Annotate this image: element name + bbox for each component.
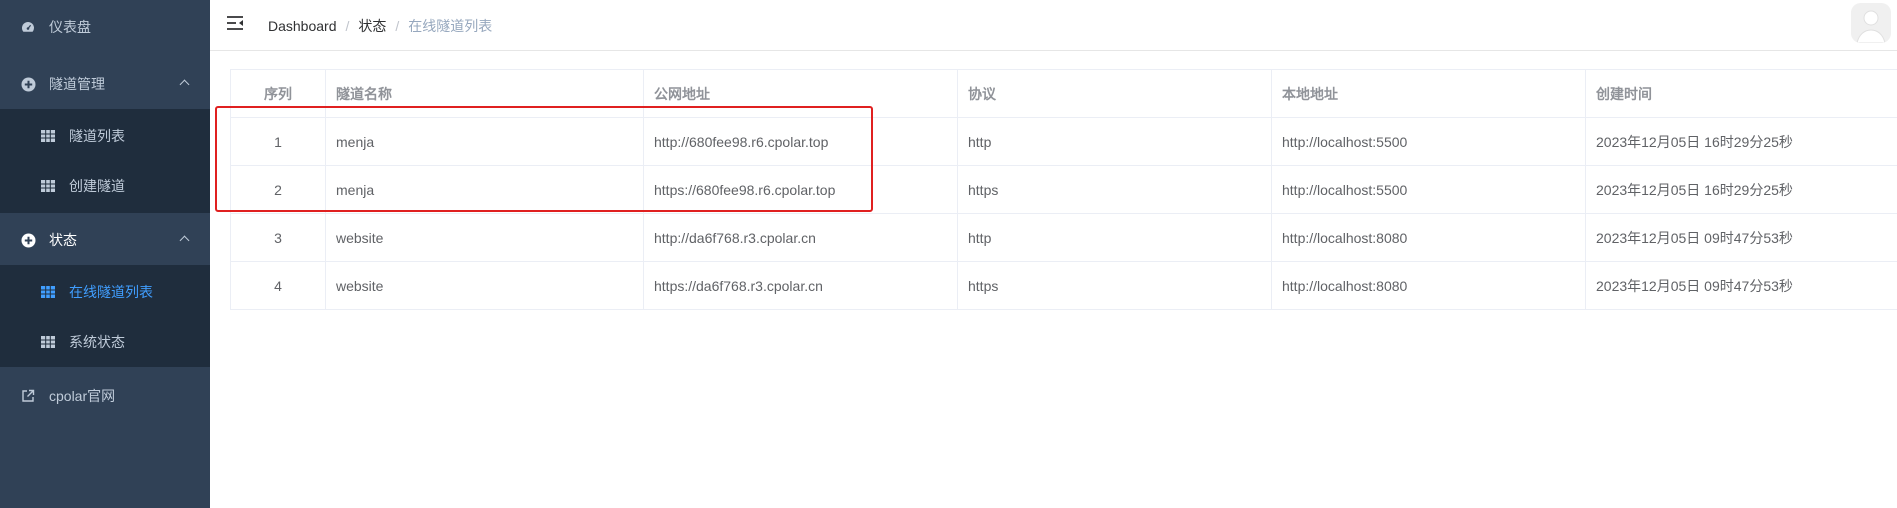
table-row: 1 menja http://680fee98.r6.cpolar.top ht… <box>230 117 1897 166</box>
breadcrumb-dashboard[interactable]: Dashboard <box>268 18 337 34</box>
cell-protocol: https <box>957 261 1272 310</box>
breadcrumb-status[interactable]: 状态 <box>358 18 386 34</box>
column-header-public-url: 公网地址 <box>643 69 958 118</box>
menu-label-status: 状态 <box>49 232 77 248</box>
chevron-up-icon <box>179 79 190 90</box>
submenu-item-tunnel-list[interactable]: 隧道列表 <box>0 111 210 161</box>
column-header-local-address: 本地地址 <box>1271 69 1586 118</box>
submenu-label-system-status: 系统状态 <box>69 334 125 350</box>
dashboard-icon <box>20 19 36 35</box>
menu-item-cpolar-website[interactable]: cpolar官网 <box>0 371 210 421</box>
menu-label-tunnel-management: 隧道管理 <box>49 76 105 92</box>
cell-index: 4 <box>230 261 326 310</box>
cell-created-time: 2023年12月05日 16时29分25秒 <box>1585 117 1897 166</box>
tunnel-table-container: 序列 隧道名称 公网地址 协议 本地地址 创建时间 1 menja http:/… <box>230 69 1897 310</box>
column-header-created-time: 创建时间 <box>1585 69 1897 118</box>
cell-local-address: http://localhost:5500 <box>1271 165 1586 214</box>
cell-created-time: 2023年12月05日 09时47分53秒 <box>1585 261 1897 310</box>
cell-index: 2 <box>230 165 326 214</box>
submenu-label-create-tunnel: 创建隧道 <box>69 178 125 194</box>
cell-protocol: http <box>957 117 1272 166</box>
cell-protocol: http <box>957 213 1272 262</box>
table-row: 2 menja https://680fee98.r6.cpolar.top h… <box>230 165 1897 214</box>
grid-icon <box>40 128 56 144</box>
breadcrumb: Dashboard / 状态 / 在线隧道列表 <box>268 16 492 36</box>
table-header-row: 序列 隧道名称 公网地址 协议 本地地址 创建时间 <box>230 69 1897 118</box>
cell-index: 1 <box>230 117 326 166</box>
menu-label-cpolar-website: cpolar官网 <box>49 388 116 404</box>
navbar: Dashboard / 状态 / 在线隧道列表 <box>210 0 1897 51</box>
cell-tunnel-name: menja <box>325 117 644 166</box>
column-header-protocol: 协议 <box>957 69 1272 118</box>
cell-index: 3 <box>230 213 326 262</box>
table-row: 3 website http://da6f768.r3.cpolar.cn ht… <box>230 213 1897 262</box>
cell-public-url: https://da6f768.r3.cpolar.cn <box>643 261 958 310</box>
cell-local-address: http://localhost:5500 <box>1271 117 1586 166</box>
chevron-up-icon <box>179 235 190 246</box>
submenu-label-tunnel-list: 隧道列表 <box>69 128 125 144</box>
breadcrumb-current: 在线隧道列表 <box>408 18 493 34</box>
cell-protocol: https <box>957 165 1272 214</box>
cell-local-address: http://localhost:8080 <box>1271 261 1586 310</box>
avatar[interactable] <box>1851 3 1891 43</box>
cell-created-time: 2023年12月05日 09时47分53秒 <box>1585 213 1897 262</box>
cell-tunnel-name: menja <box>325 165 644 214</box>
plus-circle-icon <box>20 76 36 92</box>
cell-public-url: http://da6f768.r3.cpolar.cn <box>643 213 958 262</box>
cell-local-address: http://localhost:8080 <box>1271 213 1586 262</box>
cell-public-url: https://680fee98.r6.cpolar.top <box>643 165 958 214</box>
column-header-tunnel-name: 隧道名称 <box>325 69 644 118</box>
online-tunnel-table: 序列 隧道名称 公网地址 协议 本地地址 创建时间 1 menja http:/… <box>230 69 1897 310</box>
cell-tunnel-name: website <box>325 213 644 262</box>
breadcrumb-separator: / <box>345 18 350 34</box>
menu-item-status[interactable]: 状态 <box>0 215 210 265</box>
plus-circle-icon <box>20 232 36 248</box>
column-header-index: 序列 <box>230 69 326 118</box>
menu-label-dashboard: 仪表盘 <box>49 19 91 35</box>
submenu-item-online-tunnel-list[interactable]: 在线隧道列表 <box>0 267 210 317</box>
sidebar: 仪表盘 隧道管理 隧道列表 创建隧道 状态 在线隧道列表 系统状态 cpolar… <box>0 0 210 508</box>
submenu-label-online-tunnel-list: 在线隧道列表 <box>69 284 153 300</box>
external-link-icon <box>20 388 36 404</box>
grid-icon <box>40 334 56 350</box>
submenu-item-system-status[interactable]: 系统状态 <box>0 317 210 367</box>
table-row: 4 website https://da6f768.r3.cpolar.cn h… <box>230 261 1897 310</box>
breadcrumb-separator: / <box>395 18 400 34</box>
hamburger-menu-icon[interactable] <box>226 15 244 31</box>
menu-item-dashboard[interactable]: 仪表盘 <box>0 2 210 52</box>
cell-public-url: http://680fee98.r6.cpolar.top <box>643 117 958 166</box>
submenu-item-create-tunnel[interactable]: 创建隧道 <box>0 161 210 211</box>
grid-icon <box>40 178 56 194</box>
menu-item-tunnel-management[interactable]: 隧道管理 <box>0 59 210 109</box>
cell-tunnel-name: website <box>325 261 644 310</box>
cell-created-time: 2023年12月05日 16时29分25秒 <box>1585 165 1897 214</box>
grid-icon <box>40 284 56 300</box>
